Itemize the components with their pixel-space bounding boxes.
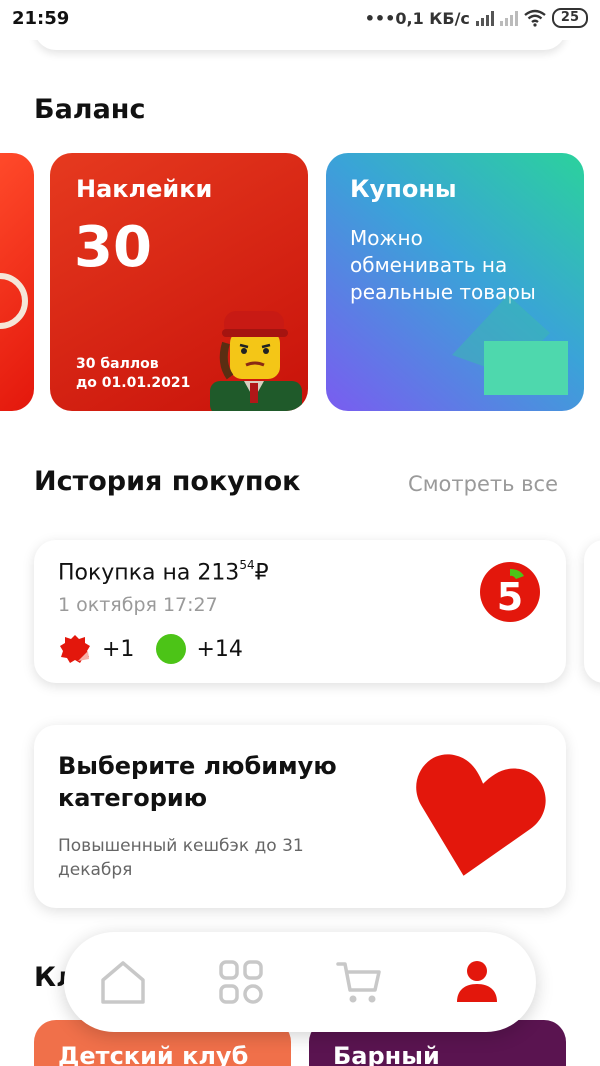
category-subtitle: Повышенный кешбэк до 31 декабря (58, 836, 304, 880)
next-purchase-card[interactable] (584, 540, 600, 683)
signal-2-icon (499, 10, 518, 26)
stickers-note-expiry: до 01.01.2021 (76, 375, 191, 391)
coupons-card[interactable]: Купоны Можно обменивать на реальные това… (326, 153, 584, 411)
status-indicators: •••0,1 КБ/c 25 (365, 8, 588, 28)
kids-club-label: Детский клуб (58, 1042, 249, 1066)
coupons-title: Купоны (350, 175, 457, 203)
nav-home-button[interactable] (93, 952, 153, 1012)
store-logo-text: 5 (497, 575, 523, 619)
home-icon (101, 961, 145, 1004)
history-title: История покупок (34, 466, 301, 497)
points-reward-icon (156, 634, 187, 664)
nav-catalog-button[interactable] (211, 952, 271, 1012)
coupon-illustration (452, 295, 568, 395)
purchase-amount: Покупка на 213 (58, 560, 240, 586)
bottom-navigation (64, 932, 536, 1032)
stickers-note-points: 30 баллов (76, 356, 159, 372)
wifi-icon (524, 9, 546, 27)
previous-balance-card[interactable] (0, 153, 34, 411)
heart-icon (416, 754, 546, 876)
nav-profile-button[interactable] (447, 952, 507, 1012)
purchase-date: 1 октября 17:27 (58, 594, 218, 616)
coin-icon (0, 273, 28, 329)
favorite-category-card[interactable]: Выберите любимую категорию Повышенный ке… (34, 725, 566, 908)
status-bar: 21:59 •••0,1 КБ/c 25 (0, 0, 600, 40)
stickers-title: Наклейки (76, 175, 213, 203)
purchase-card[interactable]: Покупка на 21354₽ 1 октября 17:27 +1 +14… (34, 540, 566, 683)
cart-icon (336, 962, 381, 1003)
battery-indicator: 25 (551, 8, 588, 28)
nav-cart-button[interactable] (329, 952, 389, 1012)
currency-sign: ₽ (254, 560, 269, 586)
points-reward-value: +14 (196, 636, 243, 662)
stickers-card[interactable]: Наклейки 30 30 баллов до 01.01.2021 (50, 153, 308, 411)
status-time: 21:59 (12, 8, 70, 29)
profile-icon (457, 961, 497, 1002)
network-speed: •••0,1 КБ/c (364, 8, 470, 28)
bar-club-label: Барный (333, 1042, 440, 1066)
purchase-rewards: +1 +14 (58, 633, 243, 665)
purchase-kopecks: 54 (239, 558, 255, 572)
lego-figure-image (210, 311, 302, 411)
see-all-link[interactable]: Смотреть все (408, 472, 558, 496)
balance-title: Баланс (34, 94, 146, 125)
stickers-count: 30 (74, 215, 152, 280)
catalog-icon (219, 960, 263, 1004)
purchase-title: Покупка на 21354₽ (58, 558, 269, 586)
pyaterochka-logo-icon: 5 (480, 562, 540, 622)
stickers-note: 30 баллов до 01.01.2021 (76, 355, 196, 393)
sticker-reward-value: +1 (102, 636, 135, 662)
sticker-reward-icon (60, 635, 90, 663)
signal-icon (475, 10, 494, 26)
category-title: Выберите любимую категорию (58, 752, 337, 812)
